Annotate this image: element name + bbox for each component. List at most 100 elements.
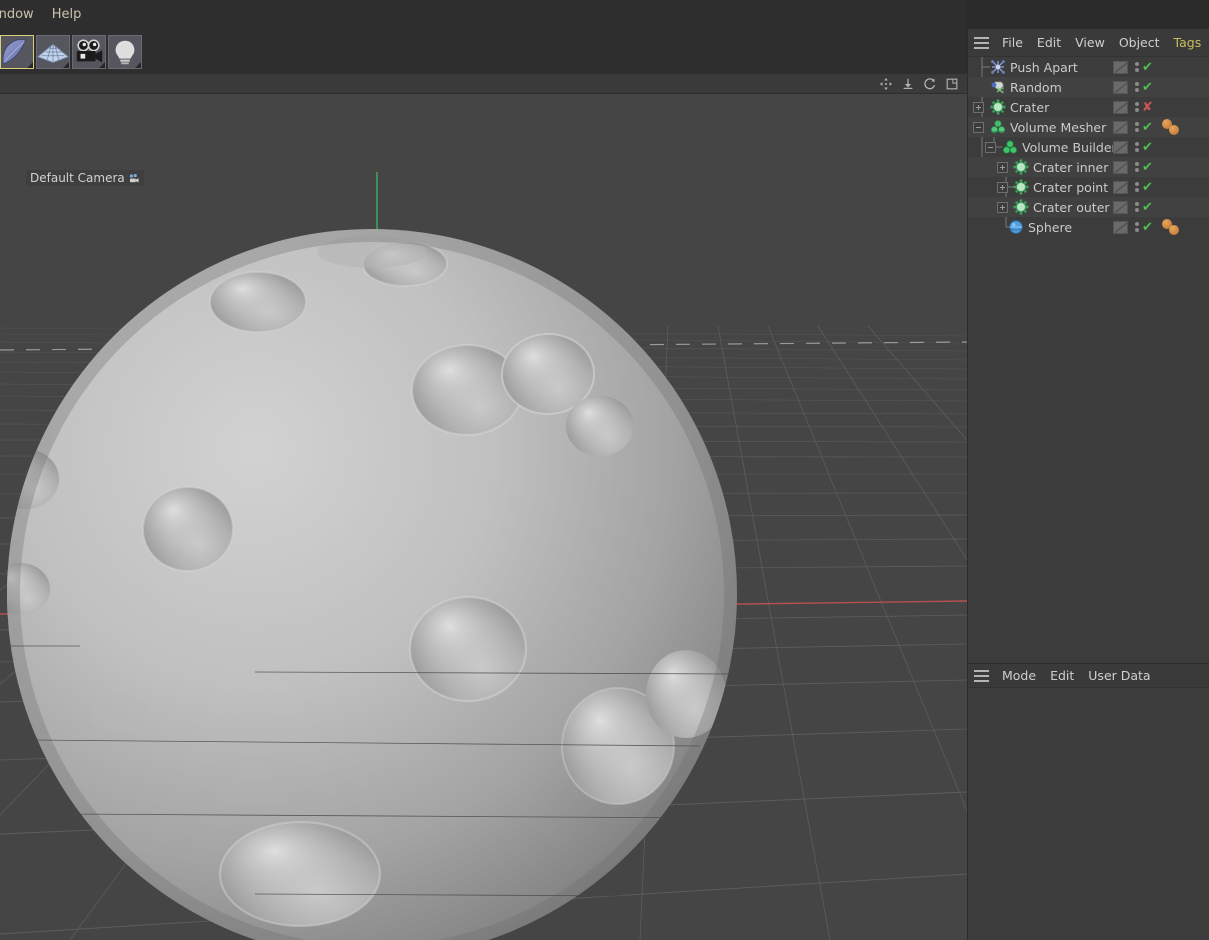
- layer-swatch[interactable]: [1113, 200, 1128, 214]
- generator-green-icon: [1013, 159, 1029, 175]
- object-row-sphere[interactable]: Sphere ✔: [968, 217, 1209, 237]
- expand-toggle[interactable]: [997, 161, 1008, 173]
- object-row-push-apart[interactable]: Push Apart ✔: [968, 57, 1209, 77]
- visibility-dots[interactable]: [1132, 200, 1141, 214]
- visibility-dots[interactable]: [1132, 60, 1141, 74]
- om-menu-edit[interactable]: Edit: [1030, 35, 1068, 50]
- rotate-view-icon[interactable]: [923, 77, 937, 91]
- expand-toggle[interactable]: [997, 181, 1008, 193]
- om-menu-file[interactable]: File: [995, 35, 1030, 50]
- object-row-columns: ✘: [1109, 97, 1209, 117]
- light-object-icon[interactable]: [108, 34, 142, 69]
- visibility-dots[interactable]: [1132, 140, 1141, 154]
- camera-object-icon[interactable]: [72, 34, 106, 69]
- tag-slot: [1162, 99, 1186, 115]
- object-row-volume-builder[interactable]: Volume Builder ✔: [968, 137, 1209, 157]
- am-menu-edit[interactable]: Edit: [1043, 668, 1081, 683]
- enable-check-icon[interactable]: ✔: [1142, 141, 1156, 154]
- tag-slot: [1162, 79, 1186, 95]
- enable-check-icon[interactable]: ✔: [1142, 221, 1156, 234]
- object-row-crater[interactable]: Crater ✘: [968, 97, 1209, 117]
- object-row-crater-point[interactable]: Crater point ✔: [968, 177, 1209, 197]
- object-row-columns: ✔: [1109, 57, 1209, 77]
- expand-toggle[interactable]: [997, 201, 1008, 213]
- viewport-scene[interactable]: [0, 74, 967, 940]
- toolbar-corner-marker: [27, 61, 33, 68]
- panel-menu-icon[interactable]: [974, 37, 989, 49]
- generator-green-icon: [1013, 199, 1029, 215]
- collapse-toggle[interactable]: [985, 141, 996, 153]
- object-row-columns: ✔: [1109, 117, 1209, 137]
- disable-cross-icon[interactable]: ✘: [1142, 101, 1156, 114]
- object-row-volume-mesher[interactable]: Volume Mesher ✔: [968, 117, 1209, 137]
- expand-toggle[interactable]: [973, 101, 984, 113]
- generator-green-icon: [1013, 179, 1029, 195]
- material-tags[interactable]: [1162, 119, 1186, 135]
- object-toolbar: [0, 29, 967, 74]
- viewport-3d[interactable]: Default Camera: [0, 74, 967, 940]
- object-row-crater-inner[interactable]: Crater inner ✔: [968, 157, 1209, 177]
- visibility-dots[interactable]: [1132, 80, 1141, 94]
- object-row-columns: ✔: [1109, 177, 1209, 197]
- visibility-dots[interactable]: [1132, 120, 1141, 134]
- am-menu-mode[interactable]: Mode: [995, 668, 1043, 683]
- volume-mesher-icon: [990, 119, 1006, 135]
- object-row-random[interactable]: Random ✔: [968, 77, 1209, 97]
- enable-check-icon[interactable]: ✔: [1142, 121, 1156, 134]
- object-row-columns: ✔: [1109, 77, 1209, 97]
- primitive-object-icon[interactable]: [0, 34, 34, 69]
- om-menu-tags[interactable]: Tags: [1167, 35, 1209, 50]
- object-row-crater-outer[interactable]: Crater outer ✔: [968, 197, 1209, 217]
- enable-check-icon[interactable]: ✔: [1142, 61, 1156, 74]
- maximize-view-icon[interactable]: [945, 77, 959, 91]
- om-menu-view[interactable]: View: [1068, 35, 1112, 50]
- push-apart-effector-icon: [990, 59, 1006, 75]
- cratered-sphere-object: [7, 229, 738, 940]
- om-menu-object[interactable]: Object: [1112, 35, 1167, 50]
- viewport-nav-icons: [879, 76, 959, 92]
- camera-label-text: Default Camera: [30, 171, 125, 185]
- enable-check-icon[interactable]: ✔: [1142, 161, 1156, 174]
- object-row-columns: ✔: [1109, 197, 1209, 217]
- dolly-view-icon[interactable]: [901, 77, 915, 91]
- floor-object-icon[interactable]: [36, 34, 70, 69]
- layer-swatch[interactable]: [1113, 60, 1128, 74]
- layer-swatch[interactable]: [1113, 220, 1128, 234]
- tag-slot: [1162, 179, 1186, 195]
- layer-swatch[interactable]: [1113, 180, 1128, 194]
- layer-swatch[interactable]: [1113, 100, 1128, 114]
- volume-builder-icon: [1002, 139, 1018, 155]
- object-row-columns: ✔: [1109, 217, 1209, 237]
- material-tags[interactable]: [1162, 219, 1186, 235]
- viewport-camera-label: Default Camera: [26, 170, 144, 186]
- object-tree[interactable]: Push Apart ✔ Random ✔ Crater ✘ Volume Me…: [968, 57, 1209, 237]
- visibility-dots[interactable]: [1132, 220, 1141, 234]
- move-view-icon[interactable]: [879, 77, 893, 91]
- toolbar-corner-marker: [63, 61, 69, 68]
- object-row-columns: ✔: [1109, 137, 1209, 157]
- menu-item-window[interactable]: indow: [0, 0, 43, 29]
- visibility-dots[interactable]: [1132, 160, 1141, 174]
- app-window: indow Help: [0, 0, 1209, 940]
- enable-check-icon[interactable]: ✔: [1142, 181, 1156, 194]
- camera-small-icon: [129, 173, 139, 182]
- tag-slot: [1162, 159, 1186, 175]
- visibility-dots[interactable]: [1132, 100, 1141, 114]
- tag-slot: [1162, 59, 1186, 75]
- layer-swatch[interactable]: [1113, 140, 1128, 154]
- tag-slot: [1162, 139, 1186, 155]
- viewport-header: [0, 74, 967, 94]
- layer-swatch[interactable]: [1113, 80, 1128, 94]
- visibility-dots[interactable]: [1132, 180, 1141, 194]
- panel-menu-icon[interactable]: [974, 670, 989, 682]
- enable-check-icon[interactable]: ✔: [1142, 81, 1156, 94]
- layer-swatch[interactable]: [1113, 160, 1128, 174]
- collapse-toggle[interactable]: [973, 121, 984, 133]
- menu-item-help[interactable]: Help: [43, 0, 91, 29]
- am-menu-user-data[interactable]: User Data: [1081, 668, 1157, 683]
- attribute-manager-panel: Mode Edit User Data: [967, 663, 1209, 940]
- layer-swatch[interactable]: [1113, 120, 1128, 134]
- toolbar-corner-marker: [99, 61, 105, 68]
- enable-check-icon[interactable]: ✔: [1142, 201, 1156, 214]
- object-manager-panel: File Edit View Object Tags Book: [967, 29, 1209, 663]
